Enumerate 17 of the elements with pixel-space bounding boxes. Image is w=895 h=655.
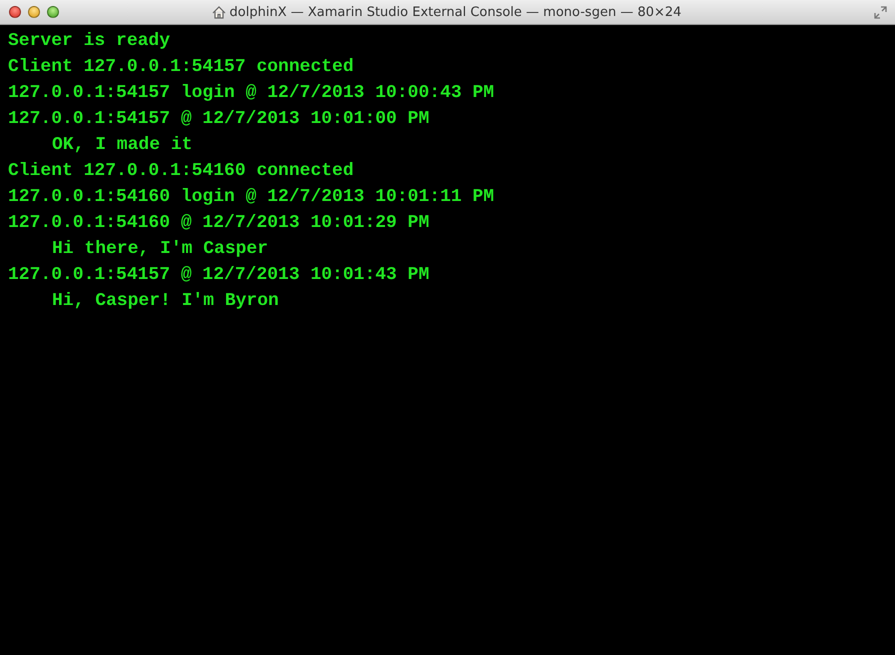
house-icon [212, 6, 226, 18]
console-line: Client 127.0.0.1:54160 connected [8, 160, 354, 183]
console-line: 127.0.0.1:54157 @ 12/7/2013 10:01:00 PM [8, 108, 430, 131]
console-line: 127.0.0.1:54157 @ 12/7/2013 10:01:43 PM [8, 264, 430, 287]
minimize-button[interactable] [28, 6, 40, 18]
zoom-button[interactable] [47, 6, 59, 18]
console-line: Hi there, I'm Casper [52, 238, 268, 261]
console-line: Client 127.0.0.1:54157 connected [8, 56, 354, 79]
console-line: OK, I made it [52, 134, 192, 157]
console-line: 127.0.0.1:54160 login @ 12/7/2013 10:01:11 PM [8, 186, 494, 209]
fullscreen-icon[interactable] [874, 6, 887, 18]
close-button[interactable] [9, 6, 21, 18]
console-line: Server is ready [8, 30, 170, 53]
console-line: Hi, Casper! I'm Byron [52, 290, 279, 313]
window-title: dolphinX — Xamarin Studio External Console — mono-sgen — 80×24 [230, 4, 682, 20]
console-line: 127.0.0.1:54157 login @ 12/7/2013 10:00:43 PM [8, 82, 494, 105]
console-line: 127.0.0.1:54160 @ 12/7/2013 10:01:29 PM [8, 212, 430, 235]
